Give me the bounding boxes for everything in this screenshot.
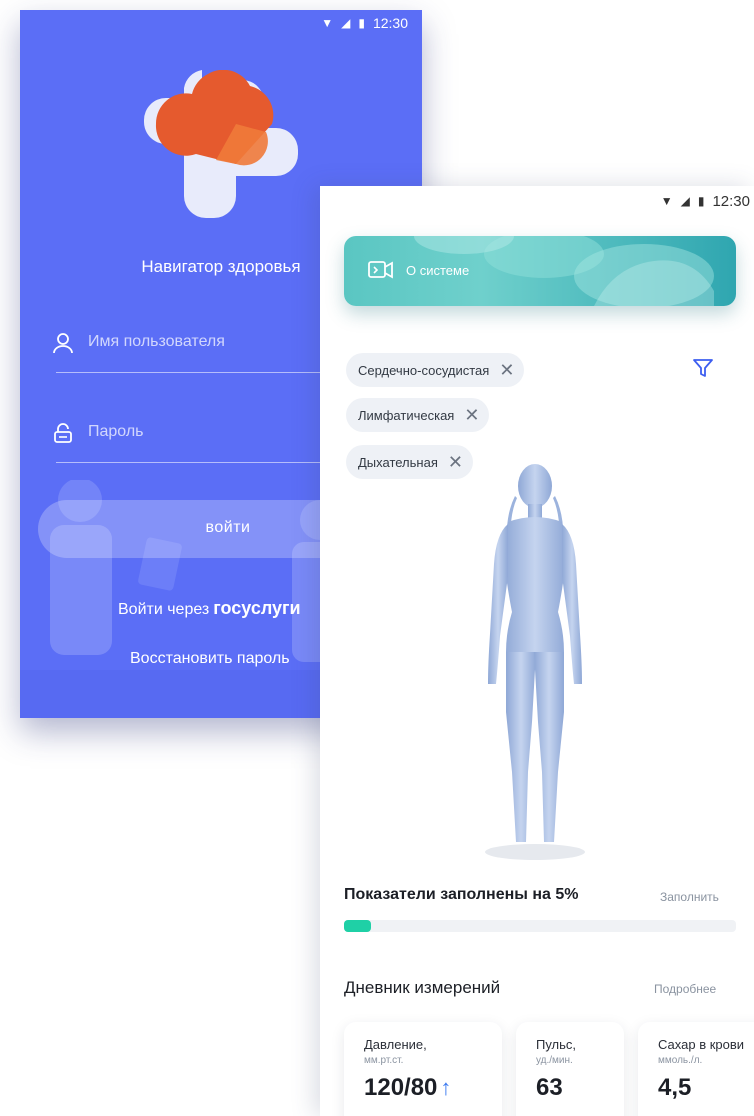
status-time: 12:30 (712, 192, 750, 210)
close-icon[interactable]: ✕ (499, 361, 514, 379)
card-unit: мм.рт.ст. (364, 1055, 404, 1066)
password-underline (56, 462, 346, 463)
status-bar: ▼ ◢ ▮ 12:30 (20, 10, 422, 36)
username-input[interactable] (88, 328, 348, 356)
progress-title: Показатели заполнены на 5% (344, 886, 579, 903)
chip-label: Дыхательная (358, 454, 438, 470)
filter-chip-lymphatic: Лимфатическая ✕ (346, 398, 490, 432)
battery-icon: ▮ (697, 194, 705, 208)
battery-icon: ▮ (358, 16, 365, 30)
filter-chip-cardiovascular: Сердечно-сосудистая ✕ (346, 353, 525, 387)
username-field[interactable] (38, 320, 348, 373)
status-bar: ▼ ◢ ▮ 12:30 (320, 186, 754, 216)
fill-link[interactable]: Заполнить (660, 890, 719, 904)
pulse-card[interactable]: Пульс, уд./мин. 63 (516, 1022, 624, 1116)
card-value: 63 (536, 1074, 563, 1101)
card-value: 120/80 (364, 1074, 438, 1101)
password-field[interactable] (38, 410, 348, 463)
gosuslugi-login-link[interactable]: Войти через госуслуги (118, 598, 301, 619)
status-time: 12:30 (372, 15, 408, 31)
wifi-icon: ▼ (660, 194, 673, 208)
username-underline (56, 372, 346, 373)
card-title: Давление, (364, 1037, 427, 1052)
filter-chip-respiratory: Дыхательная ✕ (346, 445, 473, 479)
close-icon[interactable]: ✕ (464, 406, 479, 424)
progress-bar (344, 920, 736, 932)
about-system-banner[interactable]: О системе (344, 236, 736, 306)
human-body-model (485, 464, 585, 860)
video-camera-icon (368, 261, 393, 279)
card-unit: уд./мин. (536, 1055, 573, 1066)
card-unit: ммоль./л. (658, 1055, 703, 1066)
chip-label: Лимфатическая (358, 407, 455, 423)
card-title: Сахар в крови (658, 1037, 745, 1052)
signal-icon: ◢ (680, 194, 690, 208)
gloved-hands-image (414, 236, 714, 306)
arrow-up-icon: ↑ (440, 1075, 452, 1100)
user-icon (53, 333, 73, 354)
banner-label: О системе (406, 263, 470, 278)
gosuslugi-prefix: Войти через (118, 601, 210, 618)
diary-title: Дневник измерений (344, 978, 501, 997)
wifi-icon: ▼ (321, 16, 334, 30)
card-title: Пульс, (536, 1037, 577, 1052)
progress-fill (344, 920, 372, 932)
more-link[interactable]: Подробнее (654, 982, 716, 996)
filter-icon[interactable] (692, 357, 714, 379)
password-input[interactable] (88, 418, 348, 446)
card-value-row: 120/80 ↑ (364, 1074, 451, 1102)
blood-sugar-card[interactable]: Сахар в крови ммоль./л. 4,5 (638, 1022, 754, 1116)
lock-icon (54, 423, 72, 443)
chip-label: Сердечно-сосудистая (358, 362, 490, 378)
signal-icon: ◢ (341, 16, 351, 30)
pressure-card[interactable]: Давление, мм.рт.ст. 120/80 ↑ (344, 1022, 502, 1116)
restore-password-link[interactable]: Восстановить пароль (130, 650, 290, 668)
card-value: 4,5 (658, 1074, 692, 1101)
app-logo (144, 70, 298, 218)
main-screen: ▼ ◢ ▮ 12:30 О системе Сердечно-сосудиста… (320, 186, 754, 1116)
gosuslugi-brand: госуслуги (213, 598, 301, 618)
